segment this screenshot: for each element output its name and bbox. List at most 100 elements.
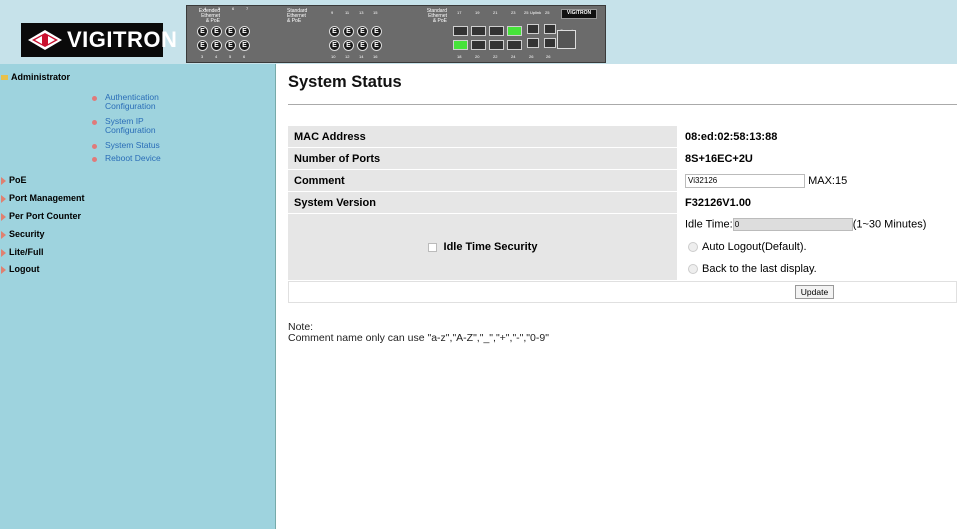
port-e-10: E <box>343 26 354 37</box>
port-s-21 <box>489 26 504 36</box>
update-row: Update <box>288 281 957 303</box>
port-num: 26 <box>529 54 534 59</box>
sidebar-item-administrator[interactable]: Administrator <box>0 72 70 82</box>
sidebar-item-label: Lite/Full <box>9 247 44 257</box>
port-e-5: E <box>197 40 208 51</box>
port-num: 11 <box>345 10 350 15</box>
port-num: 6 <box>232 6 235 11</box>
sidebar-item-port-management[interactable]: Port Management <box>0 193 85 203</box>
comment-cell: MAX:15 <box>679 170 957 192</box>
port-s-20 <box>471 40 486 50</box>
port-num: 22 <box>493 54 498 59</box>
bullet-icon <box>92 144 97 149</box>
table-row: Comment MAX:15 <box>288 170 957 192</box>
table-row: MAC Address 08:ed:02:58:13:88 <box>288 126 957 148</box>
row-key: Number of Ports <box>288 148 679 170</box>
sidebar-item-label: Security <box>9 229 45 239</box>
port-e-15: E <box>357 40 368 51</box>
port-num: 5 <box>229 54 232 59</box>
expand-arrow-icon <box>1 194 6 203</box>
port-e-1: E <box>197 26 208 37</box>
auto-logout-label: Auto Logout(Default). <box>702 240 807 253</box>
port-num: 20 <box>475 54 480 59</box>
system-version-value: F32126V1.00 <box>679 192 957 214</box>
sidebar-item-label: PoE <box>9 175 27 185</box>
table-row: Idle Time Security Idle Time: (1~30 Minut… <box>288 214 957 281</box>
idle-time-security-label: Idle Time Security <box>443 241 538 253</box>
port-num: 12 <box>345 54 350 59</box>
port-s-24 <box>507 40 522 50</box>
sidebar-item-poe[interactable]: PoE <box>0 175 27 185</box>
number-of-ports-value: 8S+16EC+2U <box>679 148 957 170</box>
port-num: 4 <box>215 54 218 59</box>
comment-max-label: MAX:15 <box>808 174 848 187</box>
port-num: 4 <box>204 6 207 11</box>
port-s-22 <box>489 40 504 50</box>
row-key: System Version <box>288 192 679 214</box>
mac-address-value: 08:ed:02:58:13:88 <box>679 126 957 148</box>
update-button[interactable]: Update <box>794 285 835 299</box>
idle-time-security-checkbox[interactable] <box>427 242 437 252</box>
sidebar-item-logout[interactable]: Logout <box>0 264 40 274</box>
port-e-4: E <box>239 26 250 37</box>
back-to-last-label: Back to the last display. <box>702 263 817 276</box>
port-num: 25 <box>545 10 550 15</box>
port-num: 25 <box>524 10 529 15</box>
idle-time-range: (1~30 Minutes) <box>852 218 927 231</box>
port-num: 5 <box>218 6 221 11</box>
expand-arrow-icon <box>1 265 6 274</box>
table-row: Number of Ports 8S+16EC+2U <box>288 148 957 170</box>
port-num: 3 <box>201 54 204 59</box>
port-num: 19 <box>475 10 480 15</box>
port-e-7: E <box>225 40 236 51</box>
sidebar-item-label: Administrator <box>11 72 71 82</box>
port-e-13: E <box>329 40 340 51</box>
port-e-6: E <box>211 40 222 51</box>
port-num: 10 <box>331 54 336 59</box>
port-e-2: E <box>211 26 222 37</box>
port-num: 14 <box>359 54 364 59</box>
row-key: Comment <box>288 170 679 192</box>
port-e-11: E <box>357 26 368 37</box>
port-num: 26 <box>546 54 551 59</box>
expand-arrow-icon <box>1 230 6 239</box>
note-text: Comment name only can use "a-z","A-Z","_… <box>288 332 549 344</box>
uplink-port-4 <box>544 38 556 48</box>
port-s-19 <box>471 26 486 36</box>
sidebar-item-security[interactable]: Security <box>0 229 45 239</box>
uplink-port-2 <box>527 38 539 48</box>
group2-label: Standard Ethernet & PoE <box>287 8 308 24</box>
sidebar-item-lite-full[interactable]: Lite/Full <box>0 247 44 257</box>
sidebar-subitem-label: Authentication Configuration <box>105 92 159 111</box>
back-to-last-option: Back to the last display. <box>679 259 957 281</box>
port-e-8: E <box>239 40 250 51</box>
sidebar-item-per-port-counter[interactable]: Per Port Counter <box>0 211 81 221</box>
auto-logout-radio[interactable] <box>688 242 698 253</box>
console-port <box>557 30 576 49</box>
sidebar-subitem-label: Reboot Device <box>105 153 161 163</box>
port-s-18 <box>453 40 468 50</box>
switch-front-panel: Extended Ethernet & PoE 4 5 6 7 E E E E … <box>186 5 606 63</box>
comment-input[interactable] <box>685 173 805 188</box>
logo-diamond-icon <box>27 29 63 51</box>
port-e-12: E <box>371 26 382 37</box>
port-num: 18 <box>457 54 462 59</box>
row-key: MAC Address <box>288 126 679 148</box>
sidebar-subitem-label: System IP Configuration <box>105 116 156 135</box>
idle-time-security-cell: Idle Time Security <box>288 214 679 281</box>
bullet-icon <box>92 120 97 125</box>
bullet-icon <box>92 96 97 101</box>
note: Note: Comment name only can use "a-z","A… <box>288 322 549 344</box>
idle-time-input[interactable] <box>732 218 853 232</box>
back-to-last-radio[interactable] <box>688 264 698 275</box>
uplink-port-3 <box>544 24 556 34</box>
bullet-icon <box>92 157 97 162</box>
sidebar-subitem-label: System Status <box>105 140 160 150</box>
port-num: 7 <box>246 6 249 11</box>
port-num: 17 <box>457 10 462 15</box>
sidebar-item-label: Port Management <box>9 193 85 203</box>
vigitron-logo: VIGITRON <box>21 23 177 57</box>
uplink-label: Uplink <box>530 10 542 15</box>
port-num: 23 <box>511 10 516 15</box>
port-num: 15 <box>373 10 378 15</box>
